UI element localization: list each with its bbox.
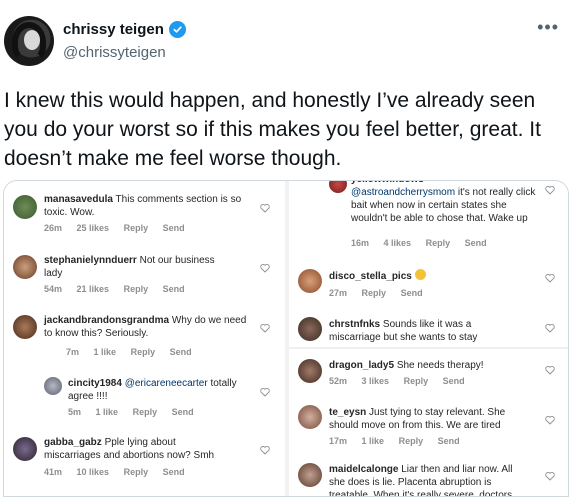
send-button[interactable]: Send [163, 223, 185, 233]
comment-item: dragon_lady5 She needs therapy! 52m 3 li… [289, 353, 568, 393]
commenter-username[interactable]: disco_stella_pics [329, 271, 412, 282]
send-button[interactable]: Send [438, 436, 460, 446]
commenter-username[interactable]: manasavedula [44, 194, 113, 205]
commenter-avatar [44, 377, 62, 395]
comment-likes[interactable]: 1 like [96, 407, 119, 417]
comment-likes[interactable]: 25 likes [77, 223, 110, 233]
comment-text: She needs therapy! [396, 360, 484, 371]
reply-button[interactable]: Reply [404, 376, 429, 386]
comment-item: gabba_gabz Pple lying about miscarriages… [4, 431, 284, 487]
send-button[interactable]: Send [163, 284, 185, 294]
more-options-icon[interactable]: ••• [537, 18, 559, 36]
commenter-avatar [298, 359, 322, 383]
comment-time: 26m [44, 223, 63, 233]
commenter-avatar [13, 315, 37, 339]
send-button[interactable]: Send [163, 467, 185, 477]
heart-icon[interactable] [260, 445, 270, 455]
commenter-username[interactable]: dragon_lady5 [329, 360, 394, 371]
author-display-name[interactable]: chrissy teigen [63, 21, 164, 38]
commenter-username[interactable]: chrstnfnks [329, 319, 380, 330]
commenter-username[interactable]: gabba_gabz [44, 437, 102, 448]
left-screenshot: manasavedula This comments section is so… [4, 181, 284, 496]
commenter-avatar [13, 437, 37, 461]
comment-item: te_eysn Just tying to stay relevant. She… [289, 399, 568, 453]
comment-time: 7m [66, 347, 80, 357]
comment-likes[interactable]: 21 likes [77, 284, 110, 294]
reply-button[interactable]: Reply [124, 467, 149, 477]
commenter-username[interactable]: yellowwindows [351, 181, 424, 185]
comment-item: yellowwindows @astroandcherrysmom it's n… [289, 181, 568, 253]
heart-icon[interactable] [260, 323, 270, 333]
heart-icon[interactable] [260, 203, 270, 213]
commenter-avatar [298, 317, 322, 341]
commenter-avatar [13, 195, 37, 219]
comment-time: 52m [329, 376, 348, 386]
comment-likes[interactable]: 3 likes [362, 376, 390, 386]
send-button[interactable]: Send [170, 347, 192, 357]
send-button[interactable]: Send [401, 288, 423, 298]
comment-time: 41m [44, 467, 63, 477]
comment-likes[interactable]: 1 like [94, 347, 117, 357]
reply-button[interactable]: Reply [131, 347, 156, 357]
comment-item: disco_stella_pics 27m Reply Send [289, 263, 568, 307]
send-button[interactable]: Send [465, 238, 487, 248]
heart-icon[interactable] [545, 323, 555, 333]
comment-item: stephanielynnduerr Not our business lady… [4, 243, 284, 301]
commenter-avatar [329, 181, 347, 193]
commenter-avatar [298, 405, 322, 429]
comment-likes[interactable]: 1 like [362, 436, 385, 446]
author-avatar[interactable] [4, 16, 54, 66]
comment-item: chrstnfnks Sounds like it was a miscarri… [289, 311, 568, 349]
worried-face-emoji-icon [414, 269, 426, 280]
comment-item: jackandbrandonsgrandma Why do we need to… [4, 305, 284, 361]
comment-time: 54m [44, 284, 63, 294]
comment-time: 5m [68, 407, 82, 417]
reply-button[interactable]: Reply [362, 288, 387, 298]
commenter-username[interactable]: jackandbrandonsgrandma [44, 315, 169, 326]
comment-mention[interactable]: @astroandcherrysmom [351, 187, 455, 198]
comment-item: cincity1984 @ericareneecarter totally ag… [4, 369, 284, 425]
reply-button[interactable]: Reply [124, 284, 149, 294]
comment-time: 17m [329, 436, 348, 446]
tweet-image[interactable]: manasavedula This comments section is so… [3, 180, 569, 497]
commenter-avatar [13, 255, 37, 279]
tweet-text: I knew this would happen, and honestly I… [4, 89, 541, 170]
commenter-username[interactable]: stephanielynnduerr [44, 255, 137, 266]
send-button[interactable]: Send [443, 376, 465, 386]
reply-button[interactable]: Reply [399, 436, 424, 446]
heart-icon[interactable] [545, 185, 555, 195]
commenter-avatar [298, 463, 322, 487]
comment-time: 16m [351, 238, 370, 248]
verified-badge-icon [168, 21, 186, 38]
comment-mention[interactable]: @ericareneecarter [125, 378, 208, 389]
comment-likes[interactable]: 10 likes [77, 467, 110, 477]
heart-icon[interactable] [260, 387, 270, 397]
reply-button[interactable]: Reply [426, 238, 451, 248]
comment-likes[interactable]: 4 likes [384, 238, 412, 248]
comment-time: 27m [329, 288, 348, 298]
send-button[interactable]: Send [172, 407, 194, 417]
heart-icon[interactable] [545, 415, 555, 425]
comment-item: maidelcalonge Liar then and liar now. Al… [289, 457, 568, 496]
heart-icon[interactable] [260, 263, 270, 273]
commenter-username[interactable]: te_eysn [329, 407, 366, 418]
right-screenshot: yellowwindows @astroandcherrysmom it's n… [289, 181, 568, 496]
heart-icon[interactable] [545, 365, 555, 375]
commenter-username[interactable]: cincity1984 [68, 378, 122, 389]
reply-button[interactable]: Reply [133, 407, 158, 417]
reply-button[interactable]: Reply [124, 223, 149, 233]
tweet-header: chrissy teigen @chrissyteigen ••• [0, 0, 569, 80]
comment-item: manasavedula This comments section is so… [4, 181, 284, 241]
author-name-row[interactable]: chrissy teigen [63, 21, 186, 38]
heart-icon[interactable] [545, 471, 555, 481]
author-handle[interactable]: @chrissyteigen [63, 44, 166, 61]
heart-icon[interactable] [545, 273, 555, 283]
commenter-username[interactable]: maidelcalonge [329, 464, 398, 475]
commenter-avatar [298, 269, 322, 293]
